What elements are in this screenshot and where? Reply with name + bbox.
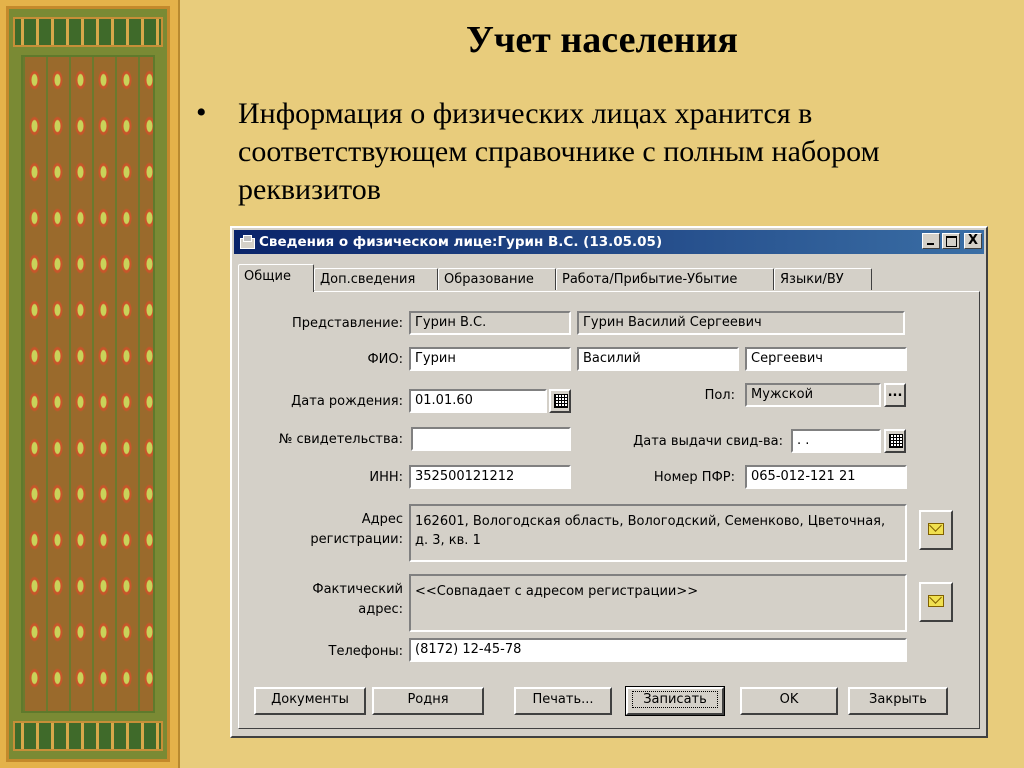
relatives-button[interactable]: Родня — [372, 687, 484, 715]
ornament-band-bottom — [13, 721, 163, 751]
envelope-icon — [928, 595, 944, 607]
actual-address-edit-button[interactable] — [919, 582, 953, 622]
inn-field[interactable]: 352500121212 — [409, 465, 571, 489]
ornament-pattern — [21, 55, 155, 713]
tab-education[interactable]: Образование — [438, 268, 556, 290]
close-button[interactable]: Закрыть — [848, 687, 948, 715]
birth-date-field[interactable]: 01.01.60 — [409, 389, 547, 413]
person-details-window: Сведения о физическом лице:Гурин В.С. (1… — [230, 226, 988, 738]
actual-address-label-line1: Фактический — [312, 582, 403, 597]
minimize-button[interactable] — [922, 233, 940, 249]
phones-label: Телефоны: — [328, 644, 403, 659]
tab-additional[interactable]: Доп.сведения — [314, 268, 438, 290]
middle-name-field[interactable]: Сергеевич — [745, 347, 907, 371]
slide-title: Учет населения — [466, 19, 738, 61]
cert-date-calendar-button[interactable] — [884, 429, 906, 453]
representation-short-field[interactable]: Гурин В.С. — [409, 311, 571, 335]
save-button[interactable]: Записать — [625, 686, 725, 716]
bullet-text: Информация о физических лицах хранится в… — [238, 97, 880, 206]
certificate-field[interactable] — [411, 427, 571, 451]
save-button-label: Записать — [632, 691, 718, 708]
sex-select-button[interactable]: ... — [884, 383, 906, 407]
window-titlebar[interactable]: Сведения о физическом лице:Гурин В.С. (1… — [234, 230, 984, 254]
tab-work-arrival[interactable]: Работа/Прибытие-Убытие — [556, 268, 774, 290]
cert-date-label: Дата выдачи свид-ва: — [633, 434, 783, 449]
calendar-icon — [889, 434, 903, 448]
representation-full-field[interactable]: Гурин Василий Сергеевич — [577, 311, 905, 335]
representation-label: Представление: — [292, 316, 403, 331]
pfr-label: Номер ПФР: — [653, 470, 735, 485]
phones-field[interactable]: (8172) 12-45-78 — [409, 638, 907, 662]
ok-button[interactable]: OK — [740, 687, 838, 715]
documents-button[interactable]: Документы — [254, 687, 366, 715]
calendar-icon — [554, 394, 568, 408]
reg-address-field[interactable]: 162601, Вологодская область, Вологодский… — [409, 504, 907, 562]
reg-address-edit-button[interactable] — [919, 510, 953, 550]
birth-date-label: Дата рождения: — [291, 394, 403, 409]
birth-date-calendar-button[interactable] — [549, 389, 571, 413]
bullet-marker: • — [196, 96, 207, 129]
first-name-field[interactable]: Василий — [577, 347, 739, 371]
close-window-button[interactable]: X — [964, 233, 982, 249]
general-tab-panel: Представление: Гурин В.С. Гурин Василий … — [238, 291, 980, 729]
pfr-field[interactable]: 065-012-121 21 — [745, 465, 907, 489]
window-controls: X — [922, 233, 982, 249]
reg-address-label-line2: регистрации: — [310, 532, 403, 547]
cert-date-field[interactable]: . . — [791, 429, 881, 453]
tab-languages[interactable]: Языки/ВУ — [774, 268, 872, 290]
sex-label: Пол: — [704, 388, 735, 403]
inn-label: ИНН: — [369, 470, 403, 485]
print-button[interactable]: Печать... — [514, 687, 612, 715]
reg-address-label-line1: Адрес — [361, 512, 403, 527]
decorative-ornament-strip — [0, 0, 180, 768]
actual-address-label-line2: адрес: — [358, 602, 403, 617]
sex-field[interactable]: Мужской — [745, 383, 881, 407]
app-icon — [239, 235, 255, 249]
maximize-button[interactable] — [942, 233, 960, 249]
certificate-label: № свидетельства: — [278, 432, 403, 447]
tab-general[interactable]: Общие — [238, 264, 314, 292]
envelope-icon — [928, 523, 944, 535]
fio-label: ФИО: — [367, 352, 403, 367]
window-title: Сведения о физическом лице:Гурин В.С. (1… — [259, 234, 663, 250]
last-name-field[interactable]: Гурин — [409, 347, 571, 371]
ornament-band-top — [13, 17, 163, 47]
actual-address-field[interactable]: <<Совпадает с адресом регистрации>> — [409, 574, 907, 632]
ornament-frame — [6, 6, 170, 762]
